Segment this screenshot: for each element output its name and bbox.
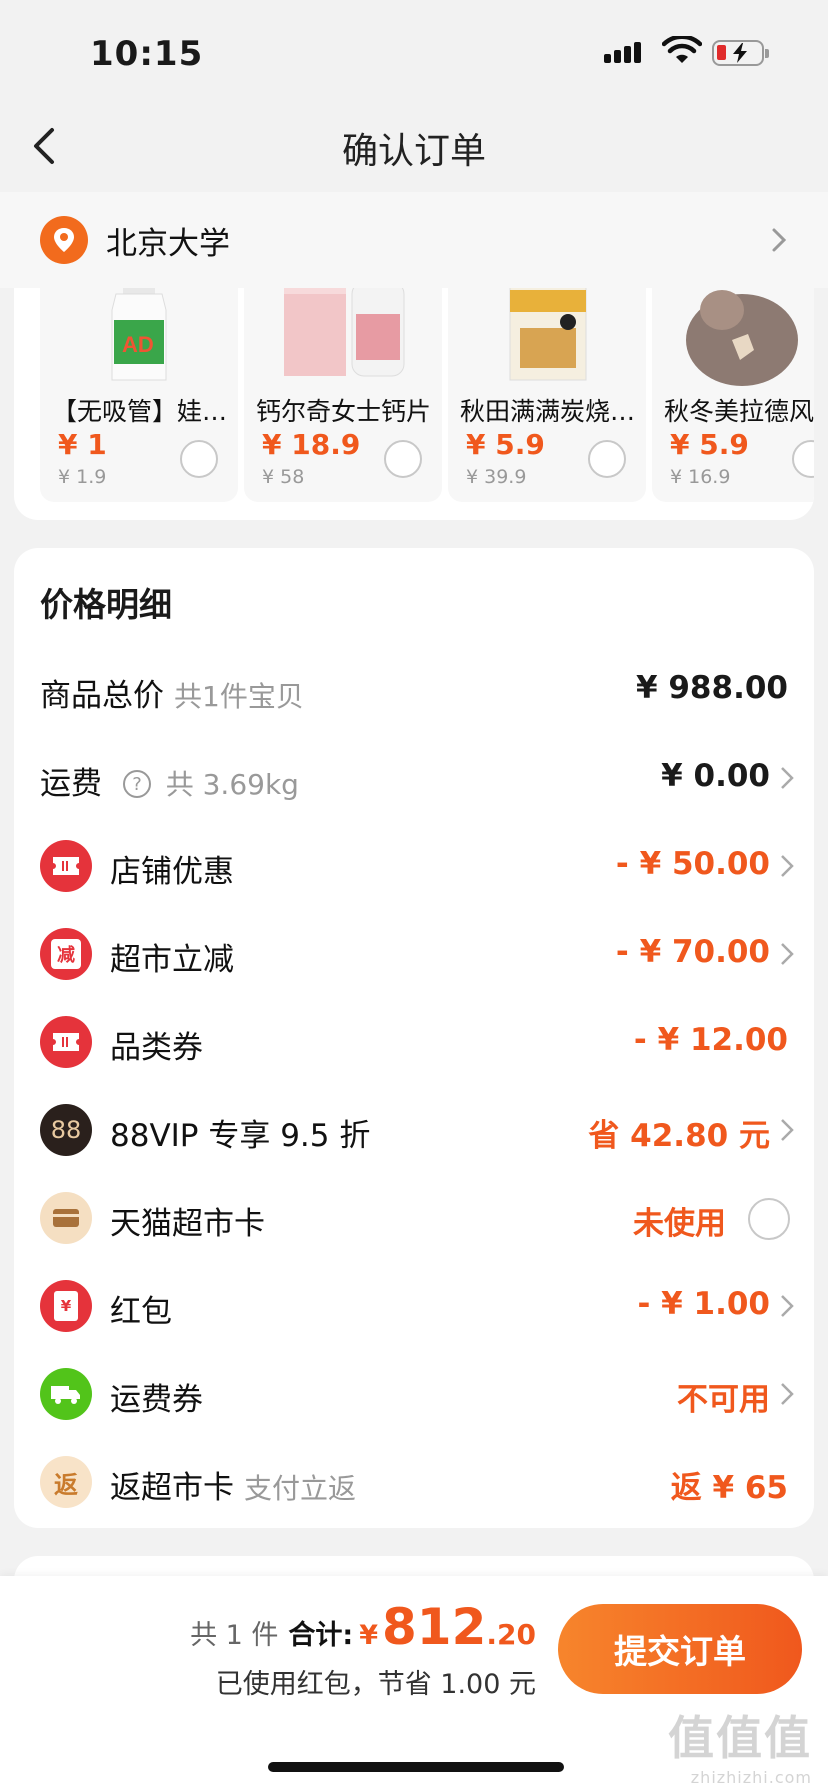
subtotal-count: 共1件宝贝 bbox=[174, 680, 304, 713]
rebate-card-row: 返 返超市卡 支付立返 返 ¥ 65 bbox=[14, 1438, 814, 1526]
tmall-card-label: 天猫超市卡 bbox=[110, 1206, 265, 1242]
address-name: 北京大学 bbox=[106, 226, 230, 262]
shipping-weight: 共 3.69kg bbox=[165, 768, 299, 801]
product-select-radio[interactable] bbox=[792, 440, 814, 478]
product-original-price: ¥ 39.9 bbox=[466, 466, 527, 488]
chevron-right-icon bbox=[781, 1295, 794, 1317]
shipping-value: ¥ 0.00 bbox=[661, 758, 770, 794]
page-title: 确认订单 bbox=[341, 131, 486, 172]
chevron-right-icon bbox=[781, 767, 794, 789]
vip-discount-label: 88VIP 专享 9.5 折 bbox=[110, 1118, 371, 1154]
item-count: 共 1 件 bbox=[190, 1620, 279, 1651]
chevron-right-icon bbox=[772, 228, 787, 252]
checkout-bar: 共 1 件 合计: ¥ 812 .20 已使用红包，节省 1.00 元 提交订单… bbox=[0, 1576, 828, 1792]
rebate-icon: 返 bbox=[40, 1456, 92, 1508]
svg-text:?: ? bbox=[132, 774, 142, 795]
product-original-price: ¥ 58 bbox=[262, 466, 305, 488]
coupon-icon bbox=[40, 840, 92, 892]
chevron-right-icon bbox=[781, 943, 794, 965]
savings-note: 已使用红包，节省 1.00 元 bbox=[215, 1669, 536, 1700]
product-price: ¥ 18.9 bbox=[262, 428, 361, 461]
product-price: ¥ 5.9 bbox=[466, 428, 545, 461]
red-packet-row[interactable]: ¥ 红包 - ¥ 1.00 bbox=[14, 1262, 814, 1350]
product-name: 秋田满满炭烧饼干 bbox=[460, 397, 636, 426]
product-name: 秋冬美拉德风 bbox=[664, 397, 814, 426]
vip-icon: 88 bbox=[40, 1104, 92, 1156]
tmall-card-radio[interactable] bbox=[748, 1198, 790, 1240]
product-image bbox=[686, 290, 798, 386]
card-icon bbox=[40, 1192, 92, 1244]
product-image bbox=[284, 280, 405, 377]
rebate-card-sub: 支付立返 bbox=[244, 1472, 357, 1505]
battery-icon bbox=[712, 40, 769, 66]
currency-symbol: ¥ bbox=[359, 1620, 379, 1651]
chevron-right-icon bbox=[781, 1119, 794, 1141]
product-price: ¥ 1 bbox=[58, 428, 107, 461]
rebate-card-value: 返 ¥ 65 bbox=[670, 1470, 788, 1506]
product-price: ¥ 5.9 bbox=[670, 428, 749, 461]
watermark-logo: 值值值 bbox=[668, 1711, 812, 1765]
address-bar[interactable]: 北京大学 bbox=[0, 192, 828, 288]
category-coupon-value: - ¥ 12.00 bbox=[633, 1022, 788, 1058]
shipping-coupon-label: 运费券 bbox=[110, 1382, 203, 1418]
subtotal-row: 商品总价 共1件宝贝 ¥ 988.00 bbox=[14, 646, 814, 734]
store-discount-value: - ¥ 50.00 bbox=[615, 846, 770, 882]
shipping-coupon-row[interactable]: 运费券 不可用 bbox=[14, 1350, 814, 1438]
tmall-card-value: 未使用 bbox=[633, 1206, 726, 1242]
watermark: 值值值 zhizhizhi.com bbox=[668, 1702, 812, 1787]
vip-discount-value: 省 42.80 元 bbox=[588, 1118, 770, 1154]
nav-bar: 确认订单 bbox=[0, 100, 828, 192]
red-packet-value: - ¥ 1.00 bbox=[637, 1286, 770, 1322]
price-detail-card: 价格明细 商品总价 共1件宝贝 ¥ 988.00 运费 ? 共 3.69kg ¥ … bbox=[14, 548, 814, 1528]
subtotal-label: 商品总价 bbox=[40, 678, 164, 714]
subtotal-value: ¥ 988.00 bbox=[636, 670, 788, 706]
category-coupon-label: 品类券 bbox=[110, 1030, 203, 1066]
submit-order-button[interactable]: 提交订单 bbox=[558, 1604, 802, 1694]
cellular-signal-icon bbox=[604, 42, 641, 63]
order-total: 共 1 件 合计: ¥ 812 .20 bbox=[190, 1598, 536, 1656]
store-discount-row[interactable]: 店铺优惠 - ¥ 50.00 bbox=[14, 822, 814, 910]
supermarket-discount-label: 超市立减 bbox=[110, 942, 234, 978]
total-integer: 812 bbox=[382, 1598, 487, 1656]
wifi-icon bbox=[662, 36, 702, 63]
shipping-row[interactable]: 运费 ? 共 3.69kg ¥ 0.00 bbox=[14, 734, 814, 822]
truck-icon bbox=[40, 1368, 92, 1420]
total-label: 合计: bbox=[288, 1620, 354, 1651]
status-bar: 10:15 bbox=[0, 0, 828, 100]
chevron-right-icon bbox=[781, 855, 794, 877]
product-original-price: ¥ 16.9 bbox=[670, 466, 731, 488]
shipping-label: 运费 bbox=[40, 766, 102, 802]
red-packet-label: 红包 bbox=[110, 1294, 172, 1330]
category-coupon-row: 品类券 - ¥ 12.00 bbox=[14, 998, 814, 1086]
product-name: 钙尔奇女士钙片 bbox=[256, 397, 432, 426]
rebate-card-label: 返超市卡 bbox=[110, 1470, 234, 1506]
help-icon[interactable]: ? bbox=[122, 769, 152, 799]
chevron-right-icon bbox=[781, 1383, 794, 1405]
tmall-card-row[interactable]: 天猫超市卡 未使用 bbox=[14, 1174, 814, 1262]
product-select-radio[interactable] bbox=[180, 440, 218, 478]
total-decimal: .20 bbox=[486, 1618, 536, 1651]
coupon-icon bbox=[40, 1016, 92, 1068]
product-original-price: ¥ 1.9 bbox=[58, 466, 107, 488]
product-select-radio[interactable] bbox=[588, 440, 626, 478]
store-discount-label: 店铺优惠 bbox=[110, 854, 234, 890]
watermark-url: zhizhizhi.com bbox=[690, 1768, 812, 1787]
home-indicator[interactable] bbox=[268, 1762, 564, 1772]
product-name: 【无吸管】娃哈哈AD钙奶 bbox=[52, 397, 228, 426]
vip-discount-row[interactable]: 88 88VIP 专享 9.5 折 省 42.80 元 bbox=[14, 1086, 814, 1174]
price-detail-heading: 价格明细 bbox=[40, 585, 172, 624]
product-image bbox=[509, 280, 587, 381]
product-select-radio[interactable] bbox=[384, 440, 422, 478]
shipping-coupon-value: 不可用 bbox=[677, 1382, 770, 1418]
status-time: 10:15 bbox=[90, 34, 204, 74]
red-packet-icon: ¥ bbox=[40, 1280, 92, 1332]
svg-text:AD: AD bbox=[122, 332, 154, 357]
supermarket-discount-value: - ¥ 70.00 bbox=[615, 934, 770, 970]
location-pin-icon bbox=[40, 216, 88, 264]
product-image: AD bbox=[111, 280, 167, 381]
supermarket-discount-row[interactable]: 减 超市立减 - ¥ 70.00 bbox=[14, 910, 814, 998]
discount-icon: 减 bbox=[40, 928, 92, 980]
